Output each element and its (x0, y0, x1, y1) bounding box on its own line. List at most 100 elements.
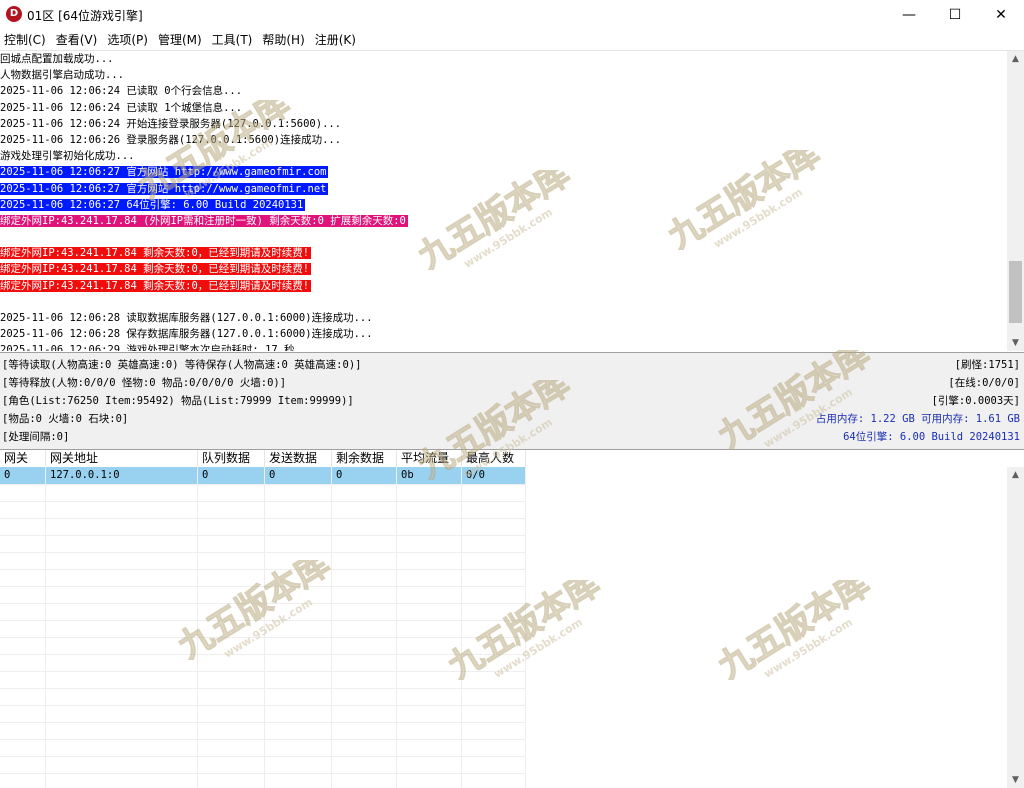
grid-line (0, 705, 526, 706)
status-wait-release: [等待释放(人物:0/0/0 怪物:0 物品:0/0/0/0 火墙:0)] (2, 377, 287, 389)
log-line-text: 绑定外网IP:43.241.17.84 (外网IP需和注册时一致) 剩余天数:0… (0, 214, 408, 227)
close-button[interactable]: ✕ (978, 0, 1024, 30)
grid-column-header[interactable]: 平均流量 (397, 450, 462, 467)
table-cell: 0b (401, 469, 414, 481)
grid-line (0, 501, 526, 502)
status-panel: [等待读取(人物高速:0 英雄高速:0) 等待保存(人物高速:0 英雄高速:0)… (0, 352, 1024, 450)
log-line: 绑定外网IP:43.241.17.84 剩余天数:0，已经到期请及时续费! (0, 245, 1007, 261)
grid-column-header[interactable]: 剩余数据 (332, 450, 397, 467)
grid-line (0, 637, 526, 638)
menu-tools[interactable]: 工具(T) (208, 30, 257, 50)
log-line: 2025-11-06 12:06:24 开始连接登录服务器(127.0.0.1:… (0, 116, 1007, 132)
grid-line (45, 467, 46, 788)
log-line-text: 游戏处理引擎初始化成功... (0, 150, 135, 163)
menu-help[interactable]: 帮助(H) (258, 30, 308, 50)
status-online: [在线:0/0/0] (948, 377, 1020, 389)
window-title: 01区 [64位游戏引擎] (27, 9, 143, 23)
log-line (0, 294, 1007, 310)
grid-column-header[interactable]: 网关 (0, 450, 46, 467)
log-line-text: 绑定外网IP:43.241.17.84 剩余天数:0，已经到期请及时续费! (0, 247, 312, 260)
status-refresh-monsters: [刷怪:1751] (954, 359, 1020, 371)
grid-column-header[interactable]: 队列数据 (198, 450, 265, 467)
grid-column-header[interactable]: 网关地址 (46, 450, 198, 467)
log-line: 2025-11-06 12:06:28 保存数据库服务器(127.0.0.1:6… (0, 326, 1007, 342)
title-bar[interactable]: D 01区 [64位游戏引擎] — ☐ ✕ (0, 0, 1024, 30)
log-line-text: 2025-11-06 12:06:29 游戏处理引擎本次启动耗时: 17 秒 (0, 344, 295, 351)
gateway-grid[interactable]: 网关 网关地址 队列数据 发送数据 剩余数据 平均流量 最高人数 0 127.0.0.1:0 0… (0, 450, 1007, 788)
log-line: 绑定外网IP:43.241.17.84 (外网IP需和注册时一致) 剩余天数:0… (0, 213, 1007, 229)
grid-line (197, 467, 198, 788)
app-icon[interactable]: D (6, 6, 22, 22)
scroll-up-arrow-icon[interactable]: ▲ (1007, 51, 1024, 67)
log-line-text: 2025-11-06 12:06:27 64位引擎: 6.00 Build 20… (0, 198, 306, 211)
log-line: 2025-11-06 12:06:28 读取数据库服务器(127.0.0.1:6… (0, 310, 1007, 326)
log-line-text: 2025-11-06 12:06:24 开始连接登录服务器(127.0.0.1:… (0, 117, 342, 130)
log-line: 绑定外网IP:43.241.17.84 剩余天数:0，已经到期请及时续费! (0, 261, 1007, 277)
log-line-text: 人物数据引擎启动成功... (0, 69, 124, 82)
grid-scrollbar[interactable]: ▲ ▼ (1007, 467, 1024, 788)
grid-line (461, 467, 462, 788)
grid-line (0, 484, 526, 485)
status-interval: [处理间隔:0] (2, 431, 70, 443)
status-item-counts: [物品:0 火墙:0 石块:0] (2, 413, 129, 425)
log-line: 2025-11-06 12:06:29 游戏处理引擎本次启动耗时: 17 秒 (0, 342, 1007, 351)
grid-scroll-up-arrow-icon[interactable]: ▲ (1007, 467, 1024, 483)
menu-view[interactable]: 查看(V) (52, 30, 102, 50)
log-line: 2025-11-06 12:06:26 登录服务器(127.0.0.1:5600… (0, 132, 1007, 148)
maximize-button[interactable]: ☐ (932, 0, 978, 30)
log-line-text: 2025-11-06 12:06:24 已读取 0个行会信息... (0, 85, 243, 98)
grid-line (0, 739, 526, 740)
grid-column-header[interactable]: 最高人数 (462, 450, 526, 467)
grid-line (0, 620, 526, 621)
menu-control[interactable]: 控制(C) (0, 30, 50, 50)
grid-line (0, 586, 526, 587)
grid-line (264, 467, 265, 788)
grid-line (0, 773, 526, 774)
grid-scroll-down-arrow-icon[interactable]: ▼ (1007, 772, 1024, 788)
log-line-text (0, 231, 2, 243)
grid-line (0, 569, 526, 570)
log-line: 2025-11-06 12:06:24 已读取 0个行会信息... (0, 83, 1007, 99)
log-line: 2025-11-06 12:06:27 64位引擎: 6.00 Build 20… (0, 197, 1007, 213)
log-line: 绑定外网IP:43.241.17.84 剩余天数:0，已经到期请及时续费! (0, 278, 1007, 294)
table-cell: 0/0 (466, 469, 485, 481)
log-line-text: 2025-11-06 12:06:27 官方网站 http://www.game… (0, 182, 329, 195)
table-cell: 127.0.0.1:0 (50, 469, 120, 481)
menu-manage[interactable]: 管理(M) (154, 30, 206, 50)
grid-line (0, 518, 526, 519)
grid-line (0, 722, 526, 723)
log-line-text: 绑定外网IP:43.241.17.84 剩余天数:0，已经到期请及时续费! (0, 263, 312, 276)
table-cell: 0 (269, 469, 276, 481)
grid-line (331, 467, 332, 788)
scroll-down-arrow-icon[interactable]: ▼ (1007, 335, 1024, 351)
log-panel[interactable]: 回城点配置加载成功... 人物数据引擎启动成功... 2025-11-06 12:0… (0, 51, 1007, 351)
log-line-text: 2025-11-06 12:06:24 已读取 1个城堡信息... (0, 101, 243, 114)
status-role-items: [角色(List:76250 Item:95492) 物品(List:79999… (2, 395, 354, 407)
log-scrollbar[interactable]: ▲ ▼ (1007, 51, 1024, 351)
grid-header: 网关 网关地址 队列数据 发送数据 剩余数据 平均流量 最高人数 (0, 450, 526, 468)
log-line: 回城点配置加载成功... (0, 51, 1007, 67)
log-scroll-thumb[interactable] (1009, 261, 1022, 323)
table-row[interactable]: 0 127.0.0.1:0 0 0 0 0b 0/0 (0, 467, 526, 484)
log-line-text: 2025-11-06 12:06:28 读取数据库服务器(127.0.0.1:6… (0, 312, 373, 324)
log-line: 2025-11-06 12:06:24 已读取 1个城堡信息... (0, 100, 1007, 116)
menu-options[interactable]: 选项(P) (103, 30, 152, 50)
log-line-text: 2025-11-06 12:06:28 保存数据库服务器(127.0.0.1:6… (0, 328, 373, 341)
grid-column-header[interactable]: 发送数据 (265, 450, 332, 467)
log-line-text: 回城点配置加载成功... (0, 53, 114, 65)
grid-line (0, 603, 526, 604)
log-line-text (0, 296, 2, 308)
menu-bar: 控制(C) 查看(V) 选项(P) 管理(M) 工具(T) 帮助(H) 注册(K) (0, 30, 1024, 51)
grid-line (0, 654, 526, 655)
grid-line (525, 467, 526, 788)
table-cell: 0 (202, 469, 209, 481)
status-version: 64位引擎: 6.00 Build 20240131 (843, 431, 1020, 443)
status-engine-days: [引擎:0.0003天] (931, 395, 1020, 407)
log-line-text: 绑定外网IP:43.241.17.84 剩余天数:0，已经到期请及时续费! (0, 279, 312, 292)
grid-line (0, 552, 526, 553)
minimize-button[interactable]: — (886, 0, 932, 30)
log-line: 2025-11-06 12:06:27 官方网站 http://www.game… (0, 181, 1007, 197)
menu-register[interactable]: 注册(K) (311, 30, 360, 50)
status-memory: 占用内存: 1.22 GB 可用内存: 1.61 GB (815, 413, 1020, 425)
table-cell: 0 (336, 469, 343, 481)
